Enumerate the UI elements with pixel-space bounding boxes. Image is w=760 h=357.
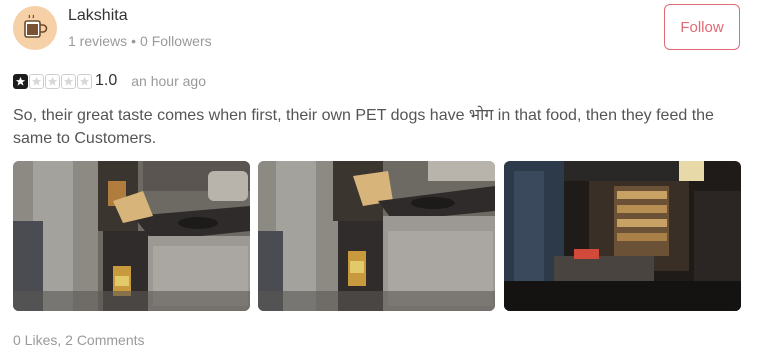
review-photo[interactable]	[13, 161, 250, 311]
star-icon-empty	[77, 73, 92, 89]
coffee-mug-icon	[24, 14, 48, 38]
review-engagement[interactable]: 0 Likes, 2 Comments	[13, 332, 145, 348]
user-avatar[interactable]	[13, 6, 57, 50]
user-name[interactable]: Lakshita	[68, 7, 128, 25]
review-card: Lakshita 1 reviews • 0 Followers Follow 1.…	[0, 0, 760, 357]
rating-row: 1.0 an hour ago	[13, 72, 206, 90]
star-icon-empty	[29, 73, 44, 89]
star-icon-filled	[13, 73, 28, 89]
follow-button[interactable]: Follow	[664, 4, 740, 50]
review-photo[interactable]	[504, 161, 741, 311]
star-icon-empty	[45, 73, 60, 89]
rating-value: 1.0	[95, 72, 118, 89]
review-photo[interactable]	[258, 161, 495, 311]
star-icon-empty	[61, 73, 76, 89]
separator-dot: •	[131, 33, 137, 49]
review-text: So, their great taste comes when first, …	[13, 107, 714, 147]
review-count: 1 reviews	[68, 33, 128, 49]
review-photos	[13, 161, 741, 311]
follower-count: 0 Followers	[140, 33, 212, 49]
user-stats: 1 reviews • 0 Followers	[68, 33, 212, 49]
review-timestamp[interactable]: an hour ago	[131, 73, 206, 89]
